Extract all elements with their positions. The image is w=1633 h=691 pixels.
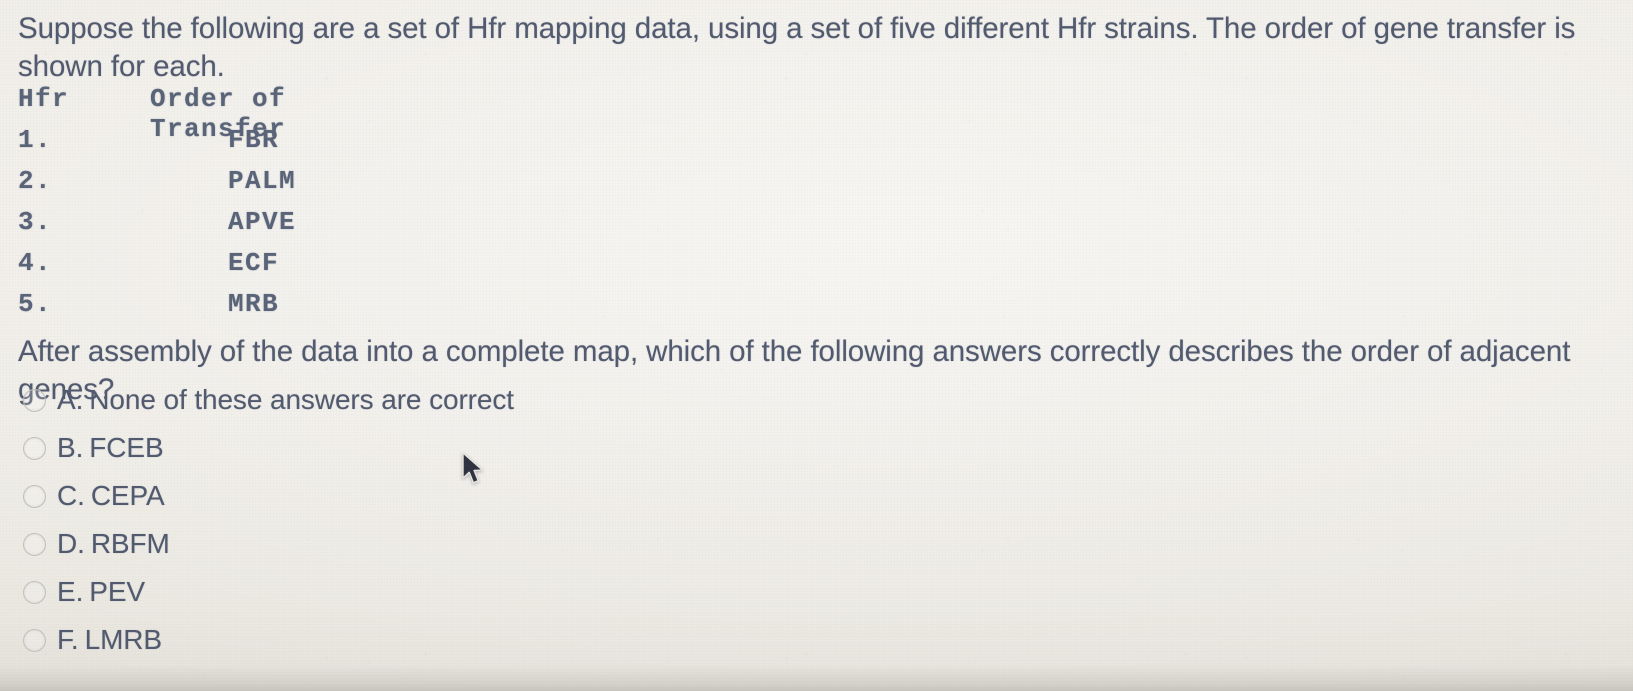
bottom-shadow-band: [0, 665, 1633, 691]
radio-button-icon[interactable]: [23, 388, 46, 412]
radio-button-icon[interactable]: [23, 628, 46, 652]
answer-option-value: FCEB: [89, 432, 164, 463]
radio-button-icon[interactable]: [23, 580, 46, 604]
answer-option-label: E. PEV: [57, 576, 145, 608]
answer-option-c[interactable]: C. CEPA: [23, 472, 923, 520]
gene-order-value: FBR: [228, 125, 280, 155]
hfr-strain-number: 1.: [18, 125, 53, 155]
hfr-strain-number: 5.: [18, 289, 53, 319]
answer-option-label: B. FCEB: [57, 432, 164, 464]
answer-option-label: F. LMRB: [57, 624, 162, 656]
gene-order-value: ECF: [228, 248, 280, 278]
answer-option-letter: D.: [57, 528, 85, 559]
answer-option-letter: A.: [57, 384, 84, 415]
answer-option-letter: C.: [57, 480, 85, 511]
gene-order-value: PALM: [228, 166, 297, 196]
prompt-paragraph: Suppose the following are a set of Hfr m…: [18, 12, 1576, 83]
answer-option-value: None of these answers are correct: [89, 384, 514, 415]
answer-option-value: CEPA: [90, 480, 165, 511]
answer-option-a[interactable]: A. None of these answers are correct: [23, 376, 923, 424]
gene-order-value: MRB: [228, 289, 280, 319]
answer-option-label: C. CEPA: [57, 480, 165, 512]
radio-button-icon[interactable]: [23, 436, 46, 460]
radio-button-icon[interactable]: [23, 532, 46, 556]
column-header-hfr: Hfr: [18, 84, 70, 114]
answer-option-letter: B.: [57, 432, 84, 463]
answer-option-letter: E.: [57, 576, 84, 607]
hfr-strain-number: 2.: [18, 166, 53, 196]
answer-option-label: A. None of these answers are correct: [57, 384, 514, 416]
gene-order-value: APVE: [228, 207, 297, 237]
answer-option-value: LMRB: [84, 624, 163, 655]
answer-option-value: RBFM: [90, 528, 170, 559]
answer-option-label: D. RBFM: [57, 528, 170, 560]
answer-option-letter: F.: [57, 624, 79, 655]
answer-options-list: A. None of these answers are correct B. FC…: [23, 376, 923, 664]
question-page: Suppose the following are a set of Hfr m…: [0, 0, 1633, 691]
answer-option-b[interactable]: B. FCEB: [23, 424, 923, 472]
answer-option-value: PEV: [89, 576, 145, 607]
radio-button-icon[interactable]: [23, 484, 46, 508]
hfr-strain-number: 4.: [18, 248, 53, 278]
answer-option-e[interactable]: E. PEV: [23, 568, 923, 616]
hfr-strain-number: 3.: [18, 207, 53, 237]
answer-option-f[interactable]: F. LMRB: [23, 616, 923, 664]
answer-option-d[interactable]: D. RBFM: [23, 520, 923, 568]
